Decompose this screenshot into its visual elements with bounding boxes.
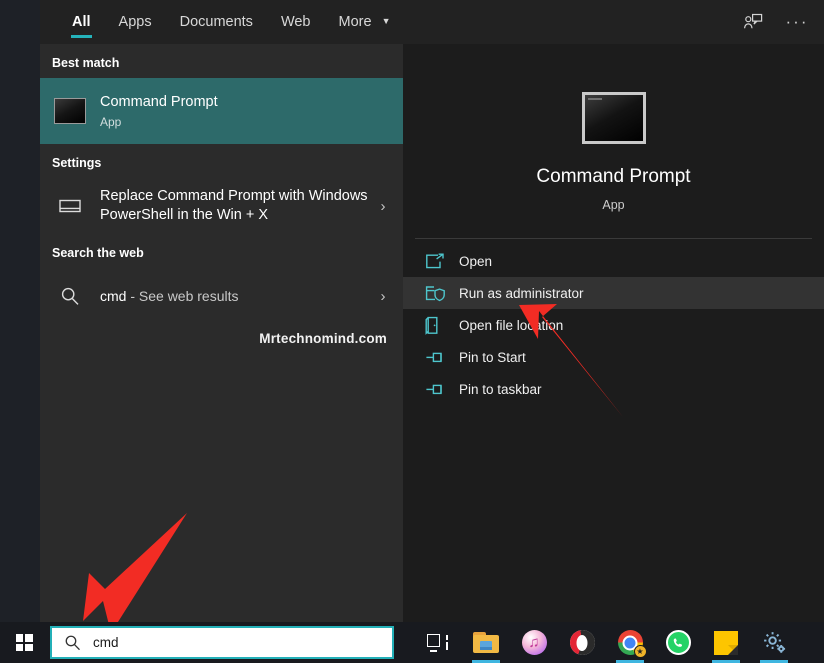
result-item-title: Replace Command Prompt with Windows Powe… <box>100 187 373 225</box>
watermark-text: Mrtechnomind.com <box>259 331 387 346</box>
search-header-actions: ··· <box>742 11 824 33</box>
taskbar-item-sticky-notes[interactable] <box>702 622 750 663</box>
web-search-query: cmd <box>100 288 126 304</box>
taskbar-item-itunes[interactable]: ♫ <box>510 622 558 663</box>
taskbar-pinned-items: ♫ ★ <box>414 622 798 663</box>
action-label: Pin to taskbar <box>459 382 542 397</box>
result-item-replace-command-prompt[interactable]: Replace Command Prompt with Windows Powe… <box>40 178 403 234</box>
search-input-value: cmd <box>93 635 119 650</box>
result-item-text: Replace Command Prompt with Windows Powe… <box>100 187 373 225</box>
chevron-down-icon: ▼ <box>382 0 391 43</box>
action-pin-to-taskbar[interactable]: Pin to taskbar <box>403 373 824 405</box>
pin-icon <box>425 382 451 397</box>
sticky-note-icon <box>714 631 738 655</box>
result-item-title: cmd - See web results <box>100 287 373 306</box>
chevron-right-icon[interactable]: › <box>373 288 393 305</box>
section-heading-best-match: Best match <box>40 44 403 78</box>
tab-apps[interactable]: Apps <box>105 0 166 44</box>
app-action-list: Open Run as administrator <box>403 239 824 405</box>
result-item-text: cmd - See web results <box>100 287 373 306</box>
search-icon <box>52 286 88 306</box>
result-item-subtitle: App <box>100 115 393 129</box>
search-panel-body: Best match Command Prompt App Settings <box>40 44 824 622</box>
result-item-command-prompt[interactable]: Command Prompt App <box>40 78 403 144</box>
tab-more[interactable]: More ▼ <box>325 0 405 44</box>
result-item-web-search[interactable]: cmd - See web results › <box>40 268 403 324</box>
taskbar-item-task-view[interactable] <box>414 622 462 663</box>
result-item-text: Command Prompt App <box>100 93 393 129</box>
opera-icon <box>570 630 595 655</box>
result-item-title: Command Prompt <box>100 93 393 112</box>
taskbar: cmd ♫ ★ <box>0 622 824 663</box>
action-label: Open <box>459 254 492 269</box>
tab-documents[interactable]: Documents <box>166 0 267 44</box>
action-run-as-administrator[interactable]: Run as administrator <box>403 277 824 309</box>
chrome-icon: ★ <box>618 630 643 655</box>
taskbar-item-whatsapp[interactable] <box>654 622 702 663</box>
tab-apps-label: Apps <box>119 14 152 30</box>
whatsapp-icon <box>666 630 691 655</box>
chevron-right-icon[interactable]: › <box>373 198 393 215</box>
action-label: Pin to Start <box>459 350 526 365</box>
tab-all-label: All <box>72 14 91 30</box>
web-search-suffix: - See web results <box>126 288 238 304</box>
task-view-icon <box>427 634 449 652</box>
shield-icon <box>425 285 451 302</box>
preview-subtitle: App <box>403 198 824 212</box>
app-preview-pane: Command Prompt App Open <box>403 44 824 622</box>
taskbar-settings-icon <box>52 199 88 213</box>
action-label: Run as administrator <box>459 286 584 301</box>
taskbar-item-opera[interactable] <box>558 622 606 663</box>
taskbar-item-file-explorer[interactable] <box>462 622 510 663</box>
taskbar-item-settings[interactable] <box>750 622 798 663</box>
folder-open-icon <box>425 316 451 335</box>
tab-active-underline <box>71 35 92 38</box>
preview-hero: Command Prompt App <box>403 44 824 238</box>
tab-more-label: More <box>339 14 372 30</box>
search-filter-tabbar: All Apps Documents Web More ▼ <box>40 0 824 44</box>
preview-title: Command Prompt <box>403 166 824 188</box>
action-pin-to-start[interactable]: Pin to Start <box>403 341 824 373</box>
tab-web[interactable]: Web <box>267 0 325 44</box>
action-label: Open file location <box>459 318 563 333</box>
feedback-icon[interactable] <box>742 11 764 33</box>
taskbar-item-google-chrome[interactable]: ★ <box>606 622 654 663</box>
search-results-list: Best match Command Prompt App Settings <box>40 44 403 622</box>
folder-icon <box>473 632 499 653</box>
tab-web-label: Web <box>281 14 311 30</box>
start-button[interactable] <box>0 622 48 663</box>
taskbar-search-input[interactable]: cmd <box>50 626 394 659</box>
gear-icon <box>762 630 787 655</box>
open-icon <box>425 253 451 270</box>
section-heading-settings: Settings <box>40 144 403 178</box>
windows-search-panel: All Apps Documents Web More ▼ <box>40 0 824 622</box>
windows-logo-icon <box>16 634 33 651</box>
command-prompt-icon <box>582 92 646 144</box>
command-prompt-icon <box>52 98 88 124</box>
search-icon <box>64 634 81 651</box>
action-open-file-location[interactable]: Open file location <box>403 309 824 341</box>
more-options-icon[interactable]: ··· <box>786 11 808 33</box>
tab-all[interactable]: All <box>58 0 105 44</box>
pin-icon <box>425 350 451 365</box>
section-heading-search-the-web: Search the web <box>40 234 403 268</box>
itunes-icon: ♫ <box>522 630 547 655</box>
action-open[interactable]: Open <box>403 245 824 277</box>
tab-documents-label: Documents <box>180 14 253 30</box>
more-options-dots: ··· <box>786 17 809 27</box>
